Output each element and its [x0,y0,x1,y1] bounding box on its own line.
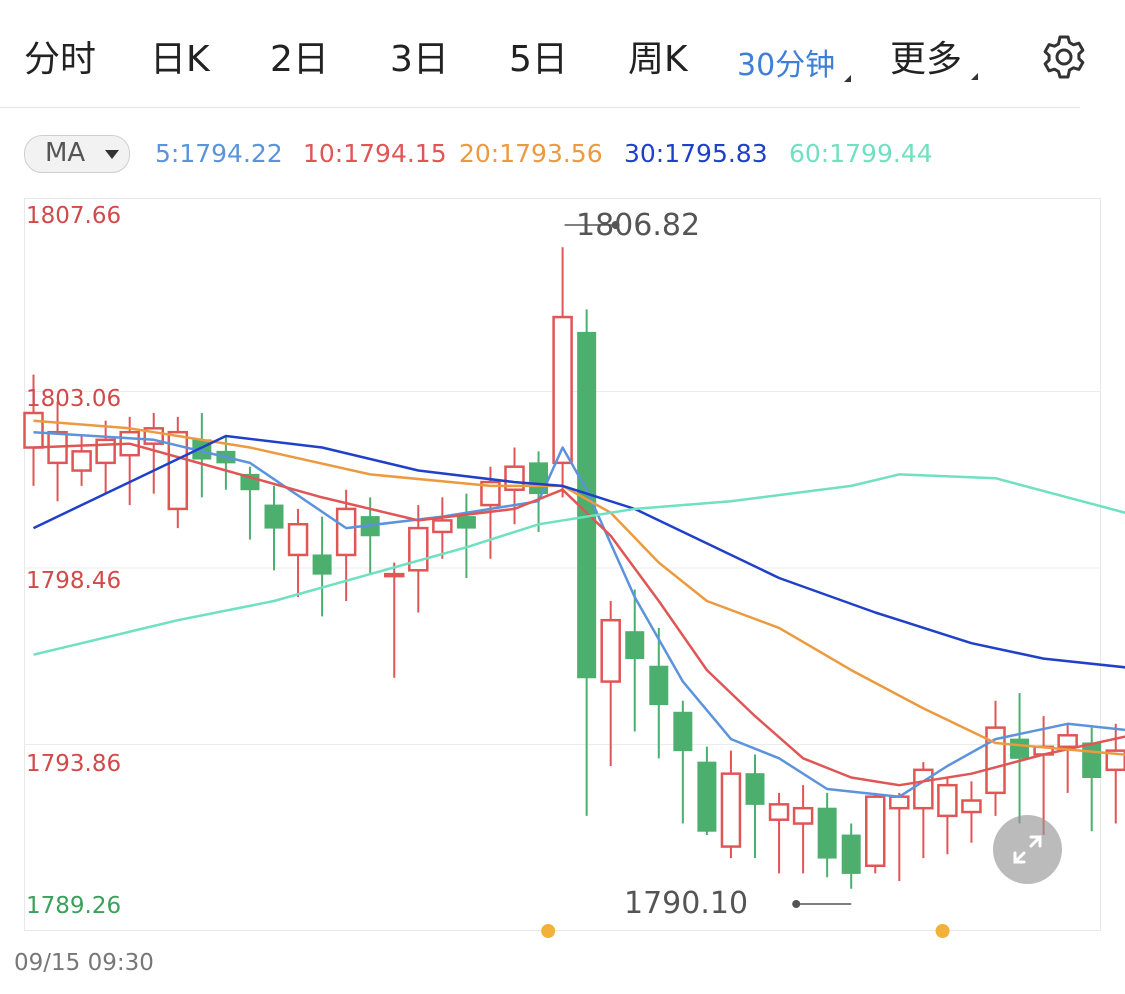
chart-frame[interactable] [24,198,1101,931]
fullscreen-button[interactable] [993,815,1062,884]
min-price-label: 1790.10 [624,886,749,921]
tab-label: 2日 [270,39,329,80]
tab-2-day[interactable]: 2日 [270,30,329,82]
indicator-select-label: MA [45,138,86,168]
y-tick-4: 1793.86 [26,751,122,777]
period-tab-bar: 分时 日K 2日 3日 5日 周K 30分钟 更多 [0,0,1085,108]
tab-30-minute[interactable]: 30分钟 [737,40,852,84]
dropdown-corner-icon [971,73,979,80]
ma30-value: 30:1795.83 [624,139,768,168]
dropdown-corner-icon [844,75,852,82]
tab-5-day[interactable]: 5日 [509,30,568,82]
tab-3-day[interactable]: 3日 [390,30,449,82]
gear-icon[interactable] [1040,33,1088,81]
max-price-label: 1806.82 [576,208,701,243]
tab-label: 分时 [24,39,97,80]
candle-body [1105,749,1125,772]
ma20-value: 20:1793.56 [459,139,603,168]
tab-daily-k[interactable]: 日K [150,30,210,82]
ma10-value: 10:1794.15 [303,139,447,168]
tab-label: 日K [150,39,210,80]
tab-time-share[interactable]: 分时 [24,30,96,82]
tab-label: 更多 [890,39,963,80]
caret-down-icon [105,150,119,159]
tab-label: 周K [628,39,688,80]
ma60-value: 60:1799.44 [789,139,933,168]
ma5-value: 5:1794.22 [155,139,283,168]
tab-label: 30分钟 [737,48,836,83]
y-tick-top: 1807.66 [26,203,122,229]
x-axis-start-label: 09/15 09:30 [14,950,154,976]
y-tick-3: 1798.46 [26,568,122,594]
tab-more[interactable]: 更多 [890,30,979,82]
y-tick-bottom: 1789.26 [26,893,122,919]
tab-label: 5日 [509,39,568,80]
tab-weekly-k[interactable]: 周K [628,30,688,82]
tab-label: 3日 [390,39,449,80]
indicator-select[interactable]: MA [24,135,130,173]
y-tick-2: 1803.06 [26,386,122,412]
expand-arrows-icon [1013,835,1042,864]
